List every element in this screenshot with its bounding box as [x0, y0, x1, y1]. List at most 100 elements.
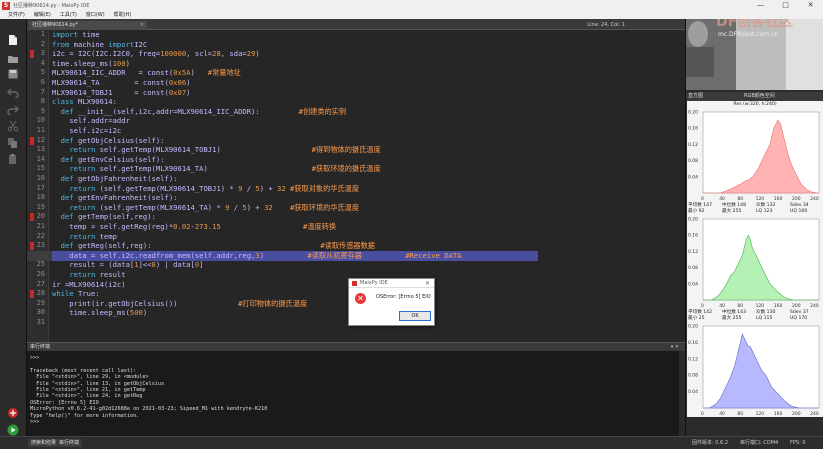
code-token: , scl= [186, 49, 213, 59]
code-line[interactable]: return temp [52, 232, 117, 242]
menu-help[interactable]: 帮助(H) [114, 11, 132, 19]
code-token: ir =MLX90614(i2c) [52, 279, 126, 289]
code-line[interactable]: self.i2c=i2c [52, 126, 121, 136]
menu-tools[interactable]: 工具(T) [60, 11, 77, 19]
cut-button[interactable] [6, 119, 20, 133]
menu-file[interactable]: 文件(F) [8, 11, 25, 19]
code-token: return [69, 145, 100, 155]
tab-close-icon[interactable]: ✕ [140, 21, 144, 30]
redo-button[interactable] [6, 102, 20, 116]
code-line[interactable]: from machine importI2C [52, 40, 147, 50]
code-line[interactable]: def getObjFahrenheit(self): [52, 174, 178, 184]
code-line[interactable]: i2c = I2C(I2C.I2C0, freq=100000, scl=28,… [52, 49, 260, 59]
minimize-button[interactable]: — [748, 0, 773, 11]
connect-button[interactable] [6, 406, 20, 420]
serial-terminal[interactable]: >>> Traceback (most recent call last): Fi… [27, 351, 685, 436]
color-space-select[interactable]: RGB颜色空间 [744, 92, 775, 101]
code-line[interactable]: while True: [52, 289, 100, 299]
code-token: self.i2c=i2c [52, 126, 122, 135]
code-token: ) [125, 58, 130, 68]
code-line[interactable]: self.addr=addr [52, 116, 130, 126]
code-line[interactable]: time.sleep_ms(100) [52, 59, 130, 69]
code-line[interactable]: class MLX90614: [52, 97, 117, 107]
code-line[interactable]: result = (data[1]<<8) | data[0] [52, 260, 203, 270]
y-tick-label: 0.16 [688, 126, 698, 132]
maximize-button[interactable]: □ [773, 0, 798, 11]
line-number: 13 [36, 145, 45, 154]
code-token: ) [259, 250, 308, 260]
code-line[interactable]: MLX90614_IIC_ADDR = const(0x5A) #常量地址 [52, 68, 241, 78]
code-line[interactable]: def getEnvCelsius(self): [52, 155, 165, 165]
menu-edit[interactable]: 编辑(E) [34, 11, 51, 19]
code-token: #得到物体的摄氏温度 [311, 145, 381, 155]
resolution-label: Res (w:320, h:240) [687, 101, 823, 108]
code-token: self.getTemp(MLX90614_TA) [99, 164, 312, 174]
code-line[interactable]: print(ir.getObjCelsius()) #打印物体的摄氏温度 [52, 299, 307, 309]
new-file-button[interactable] [6, 33, 20, 47]
menu-window[interactable]: 窗口(W) [86, 11, 105, 19]
paste-button[interactable] [6, 152, 20, 166]
serial-port: 串行端口: COM4 [740, 440, 779, 446]
code-line[interactable]: MLX90614_TA = const(0x06) [52, 78, 190, 88]
save-button[interactable] [6, 67, 20, 81]
copy-button[interactable] [6, 136, 20, 150]
histogram-stat: 平均数 142 [688, 310, 713, 315]
error-icon: ✕ [355, 293, 366, 304]
breakpoint-marker[interactable] [30, 290, 34, 299]
close-window-button[interactable]: ✕ [798, 0, 823, 11]
line-number: 27 [36, 279, 45, 288]
y-tick-label: 0.12 [688, 142, 698, 148]
code-line[interactable]: return (self.getTemp(MLX90614_TA) * 9 / … [52, 203, 359, 213]
code-token: / [242, 183, 256, 193]
terminal-controls-icon[interactable]: ▾ ✕ [671, 343, 679, 351]
code-line[interactable]: def __init__(self,i2c,addr=MLX90614_IIC_… [52, 107, 346, 117]
line-number: 25 [36, 260, 45, 269]
histogram-2: 0.20 0.16 0.12 0.08 0.04 0 40 80 120 160 200 240 [687, 322, 823, 417]
open-file-button[interactable] [6, 52, 20, 66]
firmware-version: 固件版本: 0.6.2 [692, 440, 728, 446]
code-line[interactable]: data = self.i2c.readfrom_mem(self.addr,r… [52, 250, 461, 261]
code-line[interactable]: def getTemp(self,reg): [52, 212, 156, 222]
code-token: 28 [212, 49, 221, 59]
dialog-close-icon[interactable]: ✕ [425, 279, 430, 288]
code-line[interactable]: def getEnvFahrenheit(self): [52, 193, 178, 203]
breakpoint-marker[interactable] [30, 213, 34, 222]
x-tick-label: 40 [719, 411, 725, 417]
tab-search-results[interactable]: 搜索和结果 [28, 439, 60, 447]
run-button[interactable] [6, 423, 20, 437]
code-token: print(ir.getObjCelsius()) [52, 298, 239, 308]
undo-button[interactable] [6, 85, 20, 99]
code-line[interactable]: MLX90614_TOBJ1 = const(0x07) [52, 88, 190, 98]
line-number: 15 [36, 164, 45, 173]
code-line[interactable]: time.sleep_ms(500) [52, 308, 147, 318]
breakpoint-marker[interactable] [30, 50, 34, 59]
code-token: (self.getTemp(MLX90614_TOBJ1) * [99, 183, 239, 193]
code-line[interactable]: temp = self.getReg(reg)*0.02-273.15 #温度转… [52, 222, 336, 232]
breakpoint-marker[interactable] [30, 136, 34, 145]
title-bar: S 社区播种90614.py - MaixPy IDE — □ ✕ [0, 0, 823, 11]
editor-tab[interactable]: 社区播种90614.py* ✕ [29, 21, 147, 30]
code-line[interactable]: return self.getTemp(MLX90614_TA) #获取环境的摄… [52, 164, 380, 174]
code-line[interactable]: import time [52, 30, 100, 40]
code-line[interactable]: ir =MLX90614(i2c) [52, 280, 126, 290]
code-line[interactable]: return (self.getTemp(MLX90614_TOBJ1) * 9… [52, 184, 359, 194]
breakpoint-marker[interactable] [30, 242, 34, 251]
code-line[interactable]: return self.getTemp(MLX90614_TOBJ1) #得到物… [52, 145, 381, 155]
x-tick-label: 0 [701, 411, 704, 417]
y-tick-label: 0.08 [688, 158, 698, 164]
scissors-icon [7, 120, 19, 132]
code-line[interactable]: return result [52, 270, 125, 280]
histogram-stat: 众数 130 [756, 310, 776, 315]
x-tick-label: 200 [792, 411, 801, 417]
save-icon [8, 69, 18, 79]
ok-button[interactable]: OK [399, 311, 431, 321]
code-line[interactable]: def getObjCelsius(self): [52, 136, 165, 146]
dialog-message: OSError: [Errno 5] EIO [376, 294, 431, 300]
line-number: 31 [36, 318, 45, 326]
tab-serial-terminal[interactable]: 串行终端 [56, 439, 83, 447]
code-token: ) [255, 49, 260, 59]
right-panel: DF创客社区 mc.DFRobot.com.cn 直方图 RGB颜色空间 Res… [685, 19, 823, 436]
code-line[interactable]: def getReg(self,reg): #读取传感器数据 [52, 241, 375, 251]
redo-icon [7, 105, 19, 115]
